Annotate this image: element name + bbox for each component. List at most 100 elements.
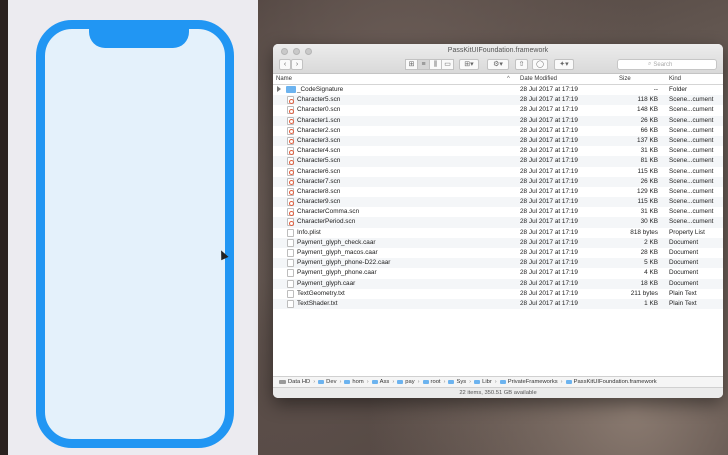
tag-icon: ◯ (536, 61, 544, 68)
file-name: Payment_glyph.caar (297, 279, 356, 287)
path-crumb-label: Data HD (288, 379, 311, 385)
file-date: 28 Jul 2017 at 17:19 (520, 289, 578, 297)
scn-file-icon (287, 167, 294, 176)
file-name: Payment_glyph_phone-D22.caar (297, 259, 391, 267)
file-row[interactable]: Character8.scn 28 Jul 2017 at 17:19 129 KB… (273, 187, 723, 197)
path-separator-icon: › (392, 379, 395, 385)
file-size: 81 KB (640, 157, 658, 165)
file-size: 818 bytes (630, 228, 658, 236)
path-crumb[interactable]: pay (397, 379, 415, 385)
path-crumb-label: Dev (326, 379, 337, 385)
file-date: 28 Jul 2017 at 17:19 (520, 106, 578, 114)
file-row[interactable]: Character1.scn 28 Jul 2017 at 17:19 26 KB S… (273, 115, 723, 126)
file-date: 28 Jul 2017 at 17:19 (520, 126, 578, 134)
file-row[interactable]: TextGeometry.txt 28 Jul 2017 at 17:19 211 … (273, 289, 723, 299)
file-row[interactable]: Character3.scn 28 Jul 2017 at 17:19 137 KB… (273, 135, 723, 147)
gallery-view-button[interactable]: ▭ (441, 59, 454, 70)
file-name: Character8.scn (297, 187, 341, 195)
file-row[interactable]: Character9.scn 28 Jul 2017 at 17:19 115 KB… (273, 197, 723, 208)
file-name: TextShader.txt (297, 299, 338, 307)
file-list: _CodeSignature 28 Jul 2017 at 17:19 -- Fold… (273, 85, 723, 310)
document-icon (287, 238, 294, 247)
path-crumb[interactable]: Data HD (279, 379, 310, 385)
path-crumb[interactable]: Ass (371, 379, 389, 385)
phone-outline (36, 20, 234, 448)
file-row[interactable]: Character0.scn 28 Jul 2017 at 17:19 148 KB… (273, 105, 723, 115)
file-size: -- (653, 86, 658, 93)
back-button[interactable]: ‹ (279, 59, 291, 70)
file-row[interactable]: Payment_glyph_phone.caar 28 Jul 2017 at 1… (273, 268, 723, 278)
action-button[interactable]: ⚙▾ (487, 59, 509, 70)
file-name: TextGeometry.txt (297, 289, 345, 297)
search-field[interactable]: ⌕ Search (617, 59, 717, 70)
file-size: 4 KB (644, 269, 658, 277)
file-row[interactable]: Payment_glyph_check.caar 28 Jul 2017 at 1… (273, 237, 723, 248)
path-crumb[interactable]: Dev (318, 379, 336, 385)
path-crumb-label: PrivateFrameworks (507, 379, 558, 385)
file-row[interactable]: Character2.scn 28 Jul 2017 at 17:19 66 KB S… (273, 126, 723, 136)
file-name: Character0.scn (297, 106, 341, 114)
file-kind: Scene...cument (669, 96, 714, 104)
date-column-header[interactable]: Date Modified (520, 76, 557, 82)
scn-file-icon (287, 126, 294, 135)
file-kind: Document (669, 249, 699, 256)
file-size: 28 KB (640, 249, 658, 256)
share-icon: ⇧ (518, 61, 525, 68)
file-row[interactable]: Payment_glyph_phone-D22.caar 28 Jul 2017 … (273, 258, 723, 269)
folder-icon (371, 379, 378, 385)
path-bar: Data HD › Dev › hom › Ass › pay › root › Sys › Libr › Pr… (273, 376, 723, 387)
file-row[interactable]: Character7.scn 28 Jul 2017 at 17:19 26 KB S… (273, 176, 723, 187)
file-name: Character5.scn (297, 157, 341, 165)
file-date: 28 Jul 2017 at 17:19 (520, 86, 578, 93)
document-icon (287, 249, 294, 257)
finder-window: PassKitUIFoundation.framework ‹ › ⊞ ≡ ⫼ … (273, 44, 723, 398)
share-button[interactable]: ⇧ (515, 59, 528, 70)
path-separator-icon: › (313, 379, 316, 385)
tag-button[interactable]: ◯ (532, 59, 548, 70)
file-row[interactable]: Payment_glyph_macos.caar 28 Jul 2017 at 1… (273, 248, 723, 258)
kind-column-header[interactable]: Kind (669, 76, 681, 82)
sort-chevron-up-icon: ^ (507, 76, 510, 82)
file-row[interactable]: Character4.scn 28 Jul 2017 at 17:19 31 KB S… (273, 146, 723, 156)
file-row[interactable]: Info.plist 28 Jul 2017 at 17:19 818 bytes P… (273, 228, 723, 238)
file-row[interactable]: Character5.scn 28 Jul 2017 at 17:19 118 KB… (273, 95, 723, 106)
file-row[interactable]: _CodeSignature 28 Jul 2017 at 17:19 -- Fold… (273, 85, 723, 95)
path-crumb[interactable]: Libr (474, 379, 492, 385)
path-crumb[interactable]: PrivateFrameworks (499, 379, 558, 385)
toolbar: ‹ › ⊞ ≡ ⫼ ▭ ⊞▾ ⚙▾ ⇧ ◯ ✦▾ ⌕ Search (279, 58, 717, 71)
path-separator-icon: › (339, 379, 342, 385)
forward-button[interactable]: › (291, 59, 303, 70)
file-size: 2 KB (644, 238, 658, 246)
path-separator-icon: › (469, 379, 472, 385)
file-row[interactable]: CharacterPeriod.scn 28 Jul 2017 at 17:19 3… (273, 217, 723, 228)
path-crumb[interactable]: PassKitUIFoundation.framework (565, 379, 657, 385)
file-kind: Scene...cument (669, 147, 714, 155)
path-crumb[interactable]: root (422, 379, 441, 385)
column-header: Name ^ Date Modified Size Kind (273, 74, 723, 85)
path-crumb[interactable]: Sys (448, 379, 466, 385)
file-kind: Scene...cument (669, 136, 714, 144)
file-row[interactable]: Character5.scn 28 Jul 2017 at 17:19 81 KB S… (273, 156, 723, 167)
arrange-button[interactable]: ⊞▾ (459, 59, 479, 70)
file-kind: Scene...cument (669, 126, 714, 134)
path-crumb-label: hom (352, 379, 364, 385)
folder-icon (565, 379, 572, 385)
file-date: 28 Jul 2017 at 17:19 (520, 279, 578, 287)
path-crumb[interactable]: hom (344, 379, 364, 385)
file-date: 28 Jul 2017 at 17:19 (520, 269, 578, 277)
size-column-header[interactable]: Size (619, 76, 631, 82)
folder-icon (397, 379, 404, 385)
file-row[interactable]: CharacterComma.scn 28 Jul 2017 at 17:19 31… (273, 207, 723, 217)
disclosure-triangle-icon[interactable] (277, 86, 281, 92)
scn-file-icon (287, 218, 294, 227)
file-size: 30 KB (640, 218, 658, 226)
file-row[interactable]: Payment_glyph.caar 28 Jul 2017 at 17:19 18… (273, 278, 723, 289)
file-date: 28 Jul 2017 at 17:19 (520, 116, 578, 124)
file-row[interactable]: Character6.scn 28 Jul 2017 at 17:19 115 KB… (273, 167, 723, 177)
path-crumb-label: Sys (456, 379, 467, 385)
file-kind: Plain Text (669, 289, 697, 297)
file-row[interactable]: TextShader.txt 28 Jul 2017 at 17:19 1 KB Pl… (273, 298, 723, 310)
name-column-header[interactable]: Name (276, 76, 292, 82)
dropbox-button[interactable]: ✦▾ (554, 59, 574, 70)
plist-file-icon (287, 228, 294, 237)
